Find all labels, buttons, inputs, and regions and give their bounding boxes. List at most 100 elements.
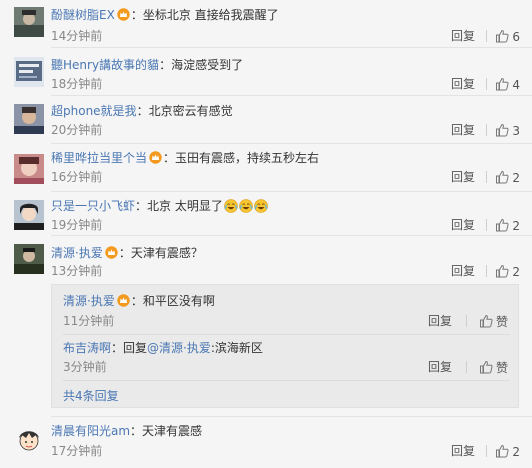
like-count: 2 bbox=[512, 445, 520, 459]
username-link[interactable]: 清源·执爱 bbox=[51, 246, 103, 260]
divider bbox=[486, 265, 487, 277]
like-count: 4 bbox=[512, 78, 520, 92]
reply-button[interactable]: 回复 bbox=[451, 77, 475, 91]
thumbs-up-icon bbox=[496, 444, 509, 458]
mention-link[interactable]: @清源·执爱 bbox=[147, 341, 211, 355]
reply-item: 布吉涛啊：回复@清源·执爱:滨海新区 3分钟前 回复 赞 bbox=[52, 335, 518, 381]
comment-text: ：坐标北京 直接给我震醒了 bbox=[130, 8, 279, 22]
thumbs-up-icon bbox=[479, 360, 493, 374]
thumbs-up-icon bbox=[496, 170, 509, 184]
thumbs-up-icon bbox=[479, 314, 493, 328]
reply-button[interactable]: 回复 bbox=[451, 264, 475, 278]
username-link[interactable]: 超phone就是我 bbox=[51, 104, 137, 118]
comment-time: 14分钟前 bbox=[51, 29, 103, 43]
comment-item: 聽Henry講故事的貓：海淀感受到了 18分钟前 回复 4 bbox=[0, 48, 532, 96]
comment-text: ：玉田有震感，持续五秒左右 bbox=[163, 151, 320, 165]
reply-button[interactable]: 回复 bbox=[451, 444, 475, 458]
avatar[interactable] bbox=[14, 426, 44, 456]
crying-laugh-emoji-icon bbox=[224, 199, 238, 213]
comment-text: ：天津有震感？ bbox=[118, 246, 203, 260]
divider bbox=[466, 315, 467, 327]
reply-text: ：和平区没有啊 bbox=[130, 294, 215, 308]
more-replies-link[interactable]: 共4条回复 bbox=[63, 389, 119, 403]
reply-button[interactable]: 回复 bbox=[451, 29, 475, 43]
comment-item: 稀里哗拉当里个当 ：玉田有震感，持续五秒左右 16分钟前 回复 2 bbox=[0, 144, 532, 192]
crown-vip-icon bbox=[117, 294, 130, 307]
crying-laugh-emoji-icon bbox=[254, 199, 268, 213]
username-link[interactable]: 清源·执爱 bbox=[63, 294, 115, 308]
like-button[interactable]: 6 bbox=[495, 29, 520, 44]
username-link[interactable]: 稀里哗拉当里个当 bbox=[51, 151, 147, 165]
like-label: 赞 bbox=[495, 361, 508, 375]
username-link[interactable]: 酚醚树脂EX bbox=[51, 8, 115, 22]
comment-time: 19分钟前 bbox=[51, 218, 103, 232]
reply-time: 11分钟前 bbox=[63, 314, 115, 328]
like-button[interactable]: 2 bbox=[495, 170, 520, 185]
avatar[interactable] bbox=[14, 57, 44, 87]
thumbs-up-icon bbox=[496, 264, 509, 278]
like-count: 2 bbox=[512, 265, 520, 279]
comment-text: ：北京密云有感觉 bbox=[136, 104, 233, 118]
like-count: 6 bbox=[512, 30, 520, 44]
divider bbox=[63, 380, 510, 381]
like-button[interactable]: 赞 bbox=[479, 314, 508, 329]
like-button[interactable]: 3 bbox=[495, 123, 520, 138]
avatar[interactable] bbox=[14, 104, 44, 134]
username-link[interactable]: 布吉涛啊 bbox=[63, 341, 111, 355]
avatar[interactable] bbox=[14, 244, 44, 274]
crown-vip-icon bbox=[117, 8, 130, 21]
like-button[interactable]: 2 bbox=[495, 444, 520, 459]
like-button[interactable]: 2 bbox=[495, 264, 520, 279]
divider bbox=[466, 361, 467, 373]
comment-text: ：北京 太明显了 bbox=[135, 199, 223, 213]
like-button[interactable]: 4 bbox=[495, 77, 520, 92]
like-label: 赞 bbox=[495, 315, 508, 329]
reply-time: 3分钟前 bbox=[63, 360, 107, 374]
reply-button[interactable]: 回复 bbox=[428, 314, 452, 328]
comment-time: 13分钟前 bbox=[51, 264, 103, 278]
divider bbox=[486, 78, 487, 90]
divider bbox=[486, 445, 487, 457]
username-link[interactable]: 聽Henry講故事的貓 bbox=[51, 58, 159, 72]
divider bbox=[486, 219, 487, 231]
comment-item: 只是一只小飞虾：北京 太明显了 19分钟前 回复 2 bbox=[0, 192, 532, 236]
comment-time: 18分钟前 bbox=[51, 77, 103, 91]
divider bbox=[486, 171, 487, 183]
username-link[interactable]: 只是一只小飞虾 bbox=[51, 199, 135, 213]
thumbs-up-icon bbox=[496, 123, 509, 137]
reply-button[interactable]: 回复 bbox=[451, 123, 475, 137]
reply-button[interactable]: 回复 bbox=[451, 218, 475, 232]
reply-item: 清源·执爱 ：和平区没有啊 11分钟前 回复 赞 bbox=[52, 285, 518, 335]
comment-text: ：天津有震感 bbox=[130, 424, 203, 438]
crown-vip-icon bbox=[105, 246, 118, 259]
comment-time: 17分钟前 bbox=[51, 444, 103, 458]
thumbs-up-icon bbox=[496, 29, 509, 43]
avatar[interactable] bbox=[14, 200, 44, 230]
comment-time: 20分钟前 bbox=[51, 123, 103, 137]
username-link[interactable]: 清晨有阳光am bbox=[51, 424, 130, 438]
divider bbox=[486, 124, 487, 136]
reply-button[interactable]: 回复 bbox=[451, 170, 475, 184]
comment-item: 超phone就是我：北京密云有感觉 20分钟前 回复 3 bbox=[0, 96, 532, 144]
comment-text: ：海淀感受到了 bbox=[159, 58, 244, 72]
comment-item: 酚醚树脂EX ：坐标北京 直接给我震醒了 14分钟前 回复 6 bbox=[0, 0, 532, 48]
reply-prefix: ：回复 bbox=[111, 341, 148, 355]
thumbs-up-icon bbox=[496, 218, 509, 232]
crown-vip-icon bbox=[149, 151, 162, 164]
crying-laugh-emoji-icon bbox=[239, 199, 253, 213]
comment-item: 清晨有阳光am：天津有震感 17分钟前 回复 2 bbox=[0, 417, 532, 468]
divider bbox=[486, 30, 487, 42]
avatar[interactable] bbox=[14, 154, 44, 184]
like-count: 3 bbox=[512, 124, 520, 138]
like-count: 2 bbox=[512, 171, 520, 185]
like-button[interactable]: 2 bbox=[495, 218, 520, 233]
reply-button[interactable]: 回复 bbox=[428, 360, 452, 374]
comment-list: 酚醚树脂EX ：坐标北京 直接给我震醒了 14分钟前 回复 6 聽Henry講故事… bbox=[0, 0, 532, 468]
thumbs-up-icon bbox=[496, 77, 509, 91]
reply-text: :滨海新区 bbox=[210, 341, 263, 355]
like-count: 2 bbox=[512, 219, 520, 233]
like-button[interactable]: 赞 bbox=[479, 360, 508, 375]
replies-box: 清源·执爱 ：和平区没有啊 11分钟前 回复 赞 布吉涛啊：回复@清源·执爱:滨海… bbox=[51, 284, 519, 408]
avatar[interactable] bbox=[14, 7, 44, 37]
comment-time: 16分钟前 bbox=[51, 170, 103, 184]
